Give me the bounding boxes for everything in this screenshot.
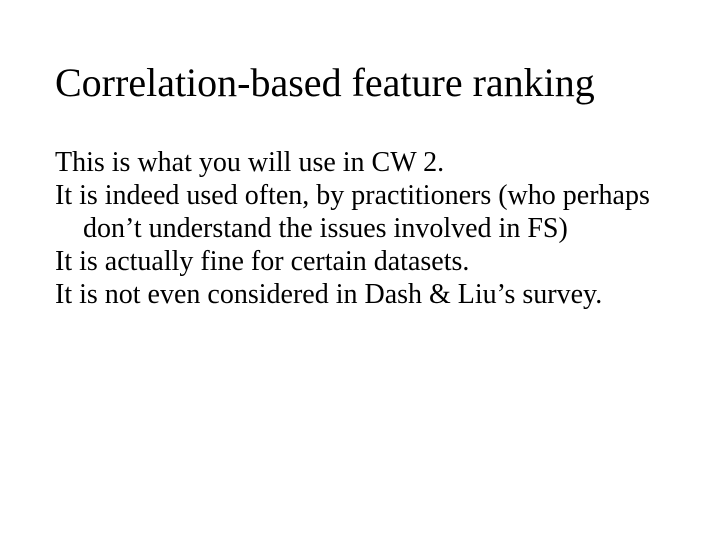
slide: Correlation-based feature ranking This i… xyxy=(0,0,720,540)
slide-title: Correlation-based feature ranking xyxy=(55,60,670,106)
paragraph: It is not even considered in Dash & Liu’… xyxy=(55,278,670,311)
paragraph: This is what you will use in CW 2. xyxy=(55,146,670,179)
paragraph: It is actually fine for certain datasets… xyxy=(55,245,670,278)
slide-body: This is what you will use in CW 2. It is… xyxy=(55,146,670,311)
paragraph: It is indeed used often, by practitioner… xyxy=(55,179,670,245)
